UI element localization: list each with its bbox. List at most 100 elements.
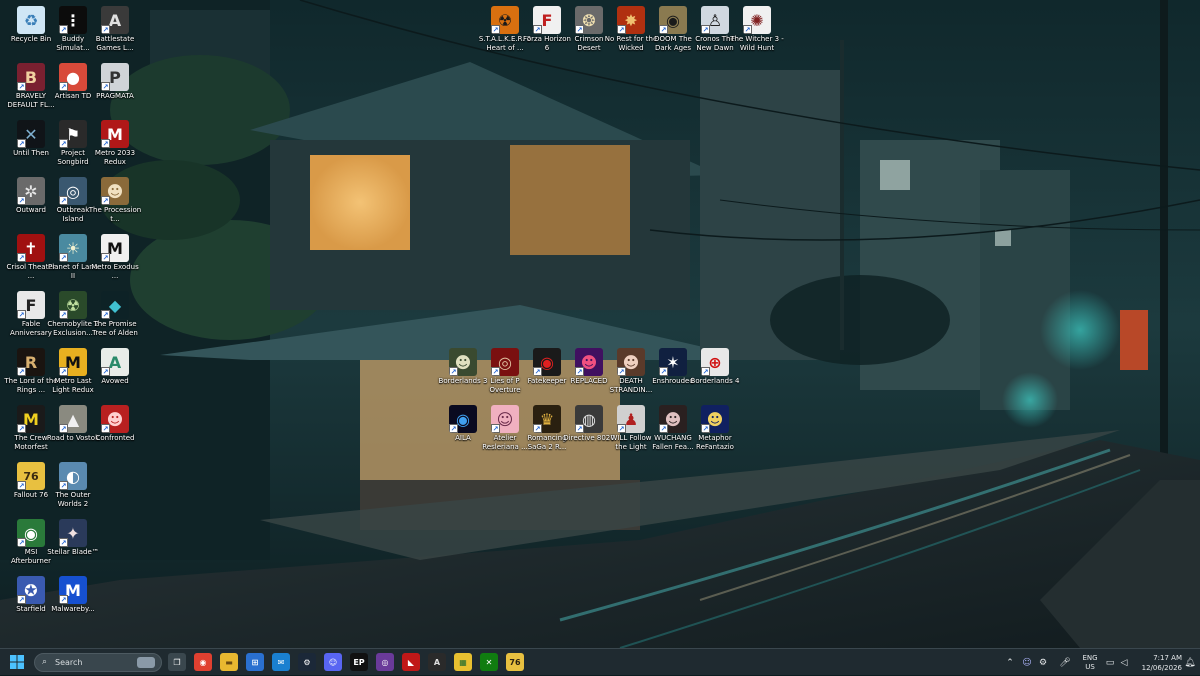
desktop-icon[interactable]: ◆ ↗ The Promise Tree of Alden	[88, 289, 142, 345]
discord-button[interactable]: ☺	[324, 653, 342, 671]
app-icon-glyph: ✕	[24, 124, 38, 144]
mail-button[interactable]: ✉	[272, 653, 290, 671]
app-icon: ◉ ↗	[533, 348, 561, 376]
shortcut-arrow-icon: ↗	[17, 424, 26, 433]
msi-center-button[interactable]: ◣	[402, 653, 420, 671]
desktop-icon-label: Malwareby...	[51, 605, 95, 613]
desktop-icon[interactable]: ☻ ↗ Confronted	[88, 403, 142, 459]
desktop-icon[interactable]: ⊕ ↗ Borderlands 4	[688, 346, 742, 402]
steam-tray-icon[interactable]: ⚙	[1036, 649, 1050, 676]
app-icon: ♙ ↗	[701, 6, 729, 34]
shortcut-arrow-icon: ↗	[491, 424, 500, 433]
app-icon: M ↗	[101, 120, 129, 148]
app-icon: ✦ ↗	[59, 519, 87, 547]
shortcut-arrow-icon: ↗	[533, 367, 542, 376]
desktop-icon-label: Metaphor ReFantazio	[696, 434, 734, 451]
desktop-icon[interactable]: ✺ ↗ The Witcher 3 - Wild Hunt	[730, 4, 784, 60]
app-icon: A ↗	[101, 348, 129, 376]
desktop-icon[interactable]: A ↗ Avowed	[88, 346, 142, 402]
shortcut-arrow-icon: ↗	[59, 481, 68, 490]
desktop: ♻ Recycle Bin ⋮ ↗ Buddy Simulat... A ↗ Battlest…	[0, 0, 1200, 648]
shortcut-arrow-icon: ↗	[101, 196, 110, 205]
shortcut-arrow-icon: ↗	[59, 253, 68, 262]
desktop-icon-label: Battlestate Games L...	[95, 35, 135, 52]
battlestate-icon: A	[433, 657, 441, 667]
desktop-icon[interactable]: M ↗ Malwareby...	[46, 574, 100, 630]
app-icon: ⊕ ↗	[701, 348, 729, 376]
show-hidden-icons-button[interactable]: ⌃	[1004, 649, 1016, 676]
app-icon-glyph: A	[108, 10, 122, 30]
desktop-icon[interactable]: M ↗ Metro 2033 Redux	[88, 118, 142, 174]
gog-button[interactable]: ◎	[376, 653, 394, 671]
desktop-icon-label: Metro Exodus ...	[91, 263, 139, 280]
app-icon: ◐ ↗	[59, 462, 87, 490]
discord-tray-icon[interactable]: ☺	[1020, 649, 1034, 676]
steam-button[interactable]: ⚙	[298, 653, 316, 671]
shortcut-arrow-icon: ↗	[17, 82, 26, 91]
app-icon: ✝ ↗	[17, 234, 45, 262]
shortcut-arrow-icon: ↗	[17, 481, 26, 490]
search-placeholder: Search	[55, 658, 83, 667]
shortcut-arrow-icon: ↗	[59, 424, 68, 433]
desktop-icon[interactable]: ☻ ↗ Metaphor ReFantazio	[688, 403, 742, 459]
shortcut-arrow-icon: ↗	[533, 424, 542, 433]
shortcut-arrow-icon: ↗	[59, 25, 68, 34]
app-icon: ❂ ↗	[575, 6, 603, 34]
windows-icon	[10, 655, 24, 669]
desktop-icon-label: The Promise Tree of Alden	[92, 320, 138, 337]
app-icon-glyph: ◐	[66, 466, 80, 486]
shortcut-arrow-icon: ↗	[575, 25, 584, 34]
files-button[interactable]: ▦	[454, 653, 472, 671]
xbox-button[interactable]: ✕	[480, 653, 498, 671]
app-icon: ◉ ↗	[449, 405, 477, 433]
network-icon[interactable]: ▭	[1104, 649, 1116, 676]
epic-games-button[interactable]: EP	[350, 653, 368, 671]
clock[interactable]: 7:17 AM 12/06/2026	[1134, 649, 1182, 676]
file-explorer-button[interactable]: ▬	[220, 653, 238, 671]
store-button[interactable]: ⊞	[246, 653, 264, 671]
desktop-icon[interactable]: ☻ ↗ The Procession t...	[88, 175, 142, 231]
app-icon: 76 ↗	[17, 462, 45, 490]
app-icon: ◉ ↗	[17, 519, 45, 547]
app-icon: ▲ ↗	[59, 405, 87, 433]
app-icon-glyph: ♻	[23, 10, 39, 30]
search-box[interactable]: ⌕ Search	[34, 653, 162, 672]
desktop-icon-label: The Outer Worlds 2	[55, 491, 91, 508]
battlestate-button[interactable]: A	[428, 653, 446, 671]
volume-icon[interactable]: ◁	[1118, 649, 1130, 676]
app-icon: F ↗	[17, 291, 45, 319]
app-icon-glyph: ◍	[582, 409, 596, 429]
shortcut-arrow-icon: ↗	[101, 25, 110, 34]
microphone-icon[interactable]: 🎤︎	[1058, 649, 1072, 676]
app-icon-glyph: ◉	[24, 523, 38, 543]
file-explorer-icon: ▬	[225, 657, 233, 667]
desktop-icon[interactable]: P ↗ PRAGMATA	[88, 61, 142, 117]
app-icon: ☻ ↗	[659, 405, 687, 433]
desktop-icon-label: PRAGMATA	[96, 92, 134, 100]
taskbar: ⌕ Search ❐ ◉ ▬ ⊞ ✉ ⚙ ☺ EP ◎ ◣ A ▦ ✕ 76 ⌃ ☺ ⚙ 🎤︎ ENG U…	[0, 648, 1200, 675]
language-indicator[interactable]: ENG US	[1078, 649, 1102, 676]
chrome-button[interactable]: ◉	[194, 653, 212, 671]
desktop-icon[interactable]: ◐ ↗ The Outer Worlds 2	[46, 460, 100, 516]
shortcut-arrow-icon: ↗	[617, 424, 626, 433]
notifications-icon[interactable]: 🔔︎	[1184, 649, 1196, 676]
shortcut-arrow-icon: ↗	[59, 595, 68, 604]
desktop-icon[interactable]: M ↗ Metro Exodus ...	[88, 232, 142, 288]
desktop-icon[interactable]: ✦ ↗ Stellar Blade™	[46, 517, 100, 573]
app-icon: ⋮ ↗	[59, 6, 87, 34]
fallout-button[interactable]: 76	[506, 653, 524, 671]
shortcut-arrow-icon: ↗	[17, 367, 26, 376]
clock-date: 12/06/2026	[1141, 663, 1182, 672]
start-button[interactable]	[8, 653, 26, 671]
app-icon: ☢ ↗	[491, 6, 519, 34]
shortcut-arrow-icon: ↗	[101, 253, 110, 262]
app-icon-glyph: B	[24, 67, 38, 87]
desktop-icon[interactable]: A ↗ Battlestate Games L...	[88, 4, 142, 60]
app-icon-glyph: ◆	[108, 295, 122, 315]
app-icon: B ↗	[17, 63, 45, 91]
app-icon-glyph: P	[109, 67, 121, 87]
app-icon-glyph: ❂	[582, 10, 596, 30]
chrome-icon: ◉	[199, 657, 207, 667]
task-view-button[interactable]: ❐	[168, 653, 186, 671]
app-icon: ✺ ↗	[743, 6, 771, 34]
